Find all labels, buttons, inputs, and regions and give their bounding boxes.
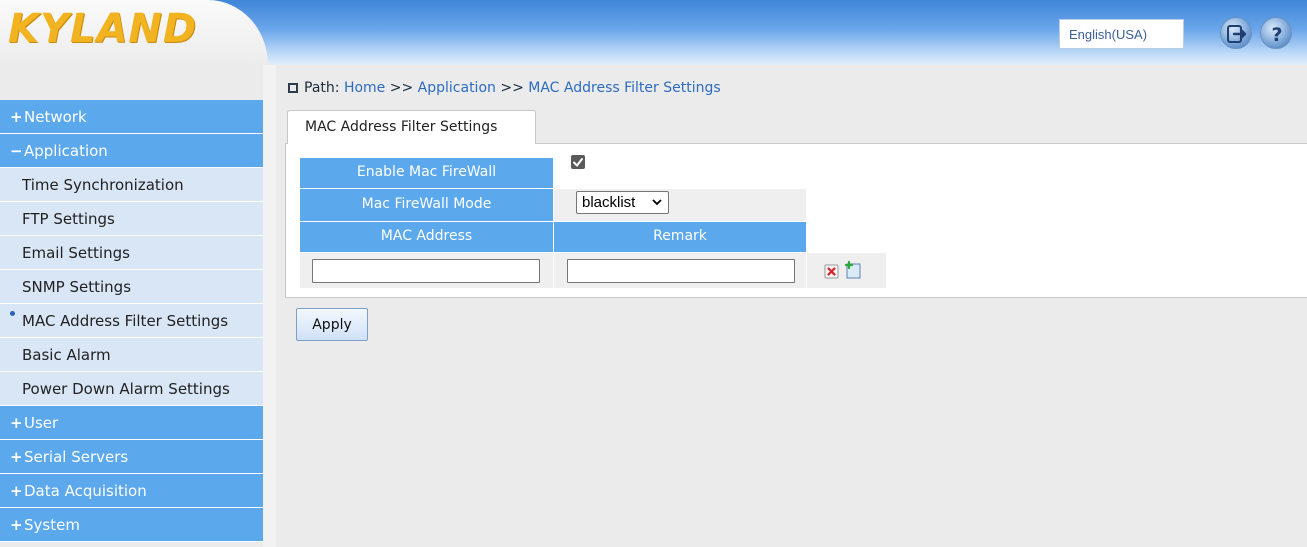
sidebar-item-application[interactable]: −Application [0, 134, 263, 168]
firewall-mode-select[interactable]: blacklist [576, 191, 669, 214]
sidebar-item-label: Network [24, 108, 87, 126]
sidebar-item-label: FTP Settings [22, 210, 115, 228]
sidebar-item-mac-address-filter[interactable]: MAC Address Filter Settings [0, 304, 263, 338]
logo-area: KYLAND [0, 0, 268, 65]
svg-text:?: ? [1271, 24, 1282, 45]
sidebar-item-label: System [24, 516, 80, 534]
breadcrumb-separator: >> [389, 80, 414, 96]
breadcrumb: Path: Home >> Application >> MAC Address… [288, 80, 721, 96]
enable-firewall-label: Enable Mac FireWall [300, 158, 553, 188]
delete-row-icon[interactable] [824, 263, 840, 279]
sidebar-nav: +Network −Application Time Synchronizati… [0, 65, 263, 547]
sidebar-item-snmp-settings[interactable]: SNMP Settings [0, 270, 263, 304]
top-header: KYLAND English(USA) ? [0, 0, 1307, 65]
collapse-icon: − [10, 142, 23, 160]
sidebar-item-label: Application [24, 142, 108, 160]
breadcrumb-application-link[interactable]: Application [418, 80, 496, 96]
help-icon[interactable]: ? [1260, 17, 1292, 49]
sidebar-item-label: Data Acquisition [24, 482, 147, 500]
language-selector[interactable]: English(USA) [1059, 19, 1184, 49]
expand-icon: + [10, 414, 23, 432]
logout-icon[interactable] [1220, 17, 1252, 49]
sidebar-item-serial-servers[interactable]: +Serial Servers [0, 440, 263, 474]
remark-input[interactable] [567, 259, 795, 283]
firewall-mode-label: Mac FireWall Mode [300, 189, 553, 221]
sidebar-divider [263, 65, 276, 547]
tab-mac-address-filter[interactable]: MAC Address Filter Settings [287, 110, 536, 144]
sidebar-item-label: Email Settings [22, 244, 130, 262]
breadcrumb-separator: >> [500, 80, 524, 96]
sidebar-item-user[interactable]: +User [0, 406, 263, 440]
enable-firewall-checkbox[interactable] [571, 155, 585, 169]
active-bullet-icon [10, 311, 15, 316]
sidebar-item-data-acquisition[interactable]: +Data Acquisition [0, 474, 263, 508]
sidebar-item-label: Basic Alarm [22, 346, 111, 364]
expand-icon: + [10, 108, 23, 126]
sidebar-item-label: Power Down Alarm Settings [22, 380, 230, 398]
add-row-icon[interactable] [844, 260, 861, 279]
sidebar-item-power-down-alarm[interactable]: Power Down Alarm Settings [0, 372, 263, 406]
expand-icon: + [10, 482, 23, 500]
sidebar-item-label: MAC Address Filter Settings [22, 312, 229, 330]
sidebar-item-label: User [24, 414, 59, 432]
sidebar-item-time-synchronization[interactable]: Time Synchronization [0, 168, 263, 202]
main-content: Path: Home >> Application >> MAC Address… [276, 65, 1307, 547]
expand-icon: + [10, 516, 23, 534]
mac-address-input[interactable] [312, 259, 540, 283]
path-square-icon [288, 83, 298, 93]
sidebar-item-system[interactable]: +System [0, 508, 263, 542]
chevron-down-icon [652, 199, 662, 206]
expand-icon: + [10, 448, 23, 466]
sidebar-item-basic-alarm[interactable]: Basic Alarm [0, 338, 263, 372]
remark-column-header: Remark [554, 222, 806, 252]
settings-panel: Enable Mac FireWall Mac FireWall Mode bl… [285, 143, 1307, 298]
sidebar-item-network[interactable]: +Network [0, 100, 263, 134]
sidebar-item-label: SNMP Settings [22, 278, 132, 296]
breadcrumb-home-link[interactable]: Home [344, 80, 385, 96]
sidebar-item-label: Serial Servers [24, 448, 129, 466]
mac-address-column-header: MAC Address [300, 222, 553, 252]
breadcrumb-prefix: Path: [304, 80, 340, 96]
sidebar-item-ftp-settings[interactable]: FTP Settings [0, 202, 263, 236]
sidebar-item-label: Time Synchronization [22, 176, 184, 194]
kyland-logo: KYLAND [8, 6, 198, 52]
sidebar-item-email-settings[interactable]: Email Settings [0, 236, 263, 270]
apply-button[interactable]: Apply [296, 308, 368, 341]
breadcrumb-current-page[interactable]: MAC Address Filter Settings [528, 80, 720, 96]
firewall-mode-value: blacklist [582, 194, 636, 211]
